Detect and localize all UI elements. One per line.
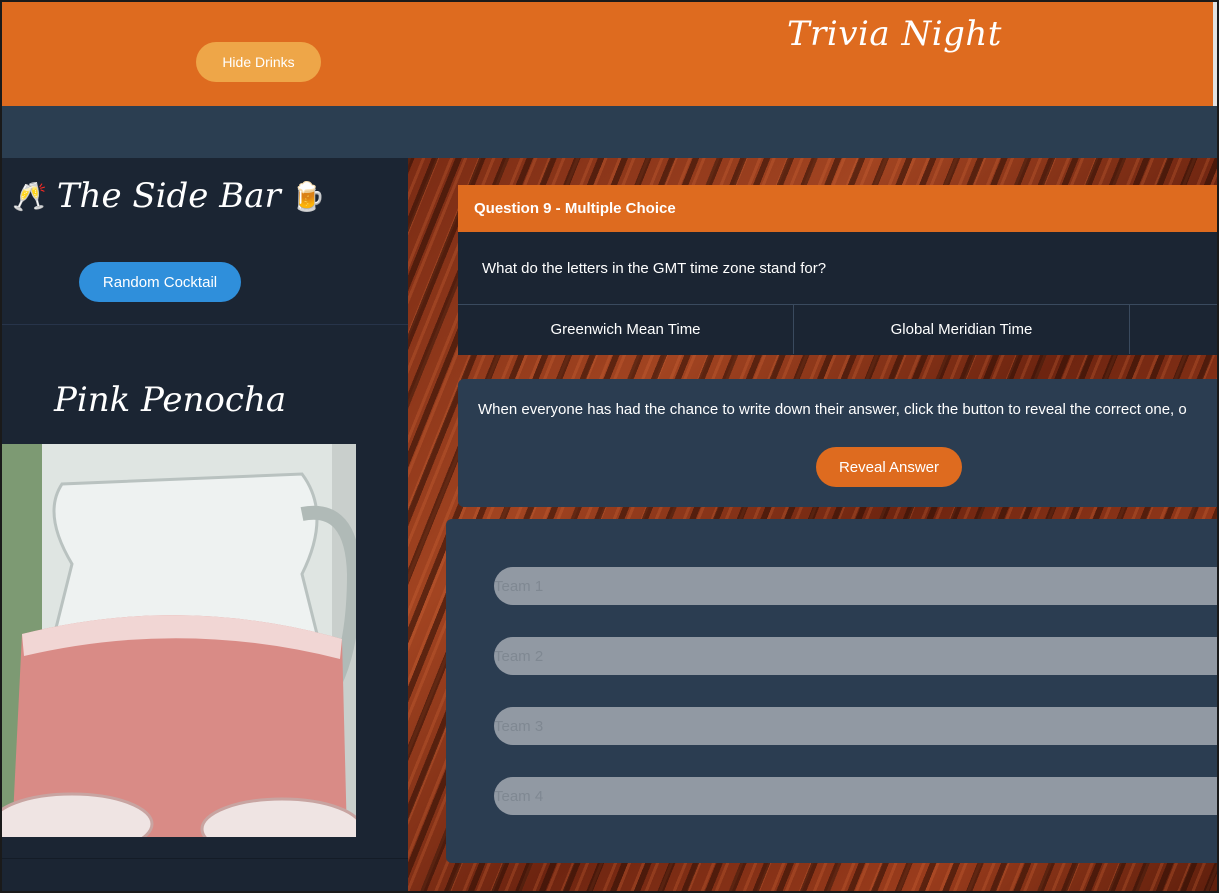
answer-options: Greenwich Mean Time Global Meridian Time (458, 305, 1217, 354)
nav-band (2, 106, 1217, 158)
team-input[interactable] (494, 637, 1217, 675)
sidebar-bottom-divider (2, 858, 408, 859)
clinking-glasses-icon: 🥂 (12, 179, 47, 213)
team-input[interactable] (494, 567, 1217, 605)
reveal-card: When everyone has had the chance to writ… (458, 379, 1217, 507)
sidebar: 🥂 The Side Bar 🍺 Random Cocktail Pink Pe… (2, 158, 408, 891)
pitcher-illustration (2, 444, 356, 837)
team-input[interactable] (494, 777, 1217, 815)
answer-option[interactable]: Greenwich Mean Time (458, 305, 794, 354)
answer-option[interactable]: Global Meridian Time (794, 305, 1130, 354)
team-input[interactable] (494, 707, 1217, 745)
beer-mug-icon: 🍺 (290, 179, 326, 213)
drink-name: Pink Penocha (54, 380, 287, 420)
scrollbar[interactable] (1213, 2, 1217, 106)
page-title: Trivia Night (787, 14, 1002, 54)
reveal-instructions: When everyone has had the chance to writ… (478, 401, 1187, 418)
question-card: Question 9 - Multiple Choice What do the… (458, 185, 1217, 355)
hide-drinks-button[interactable]: Hide Drinks (196, 42, 321, 82)
sidebar-title: 🥂 The Side Bar 🍺 (12, 176, 326, 216)
top-header: Hide Drinks Trivia Night (2, 2, 1217, 106)
app-window: Hide Drinks Trivia Night 🥂 The Side Bar … (0, 0, 1219, 893)
reveal-answer-button[interactable]: Reveal Answer (816, 447, 962, 487)
teams-card (446, 519, 1217, 863)
drink-photo (2, 444, 356, 837)
main-area: Question 9 - Multiple Choice What do the… (408, 158, 1217, 891)
sidebar-title-text: The Side Bar (56, 176, 281, 216)
random-cocktail-button[interactable]: Random Cocktail (79, 262, 241, 302)
sidebar-divider (2, 324, 408, 325)
answer-option[interactable] (1130, 305, 1217, 354)
question-text: What do the letters in the GMT time zone… (458, 232, 1217, 305)
question-header: Question 9 - Multiple Choice (458, 185, 1217, 232)
